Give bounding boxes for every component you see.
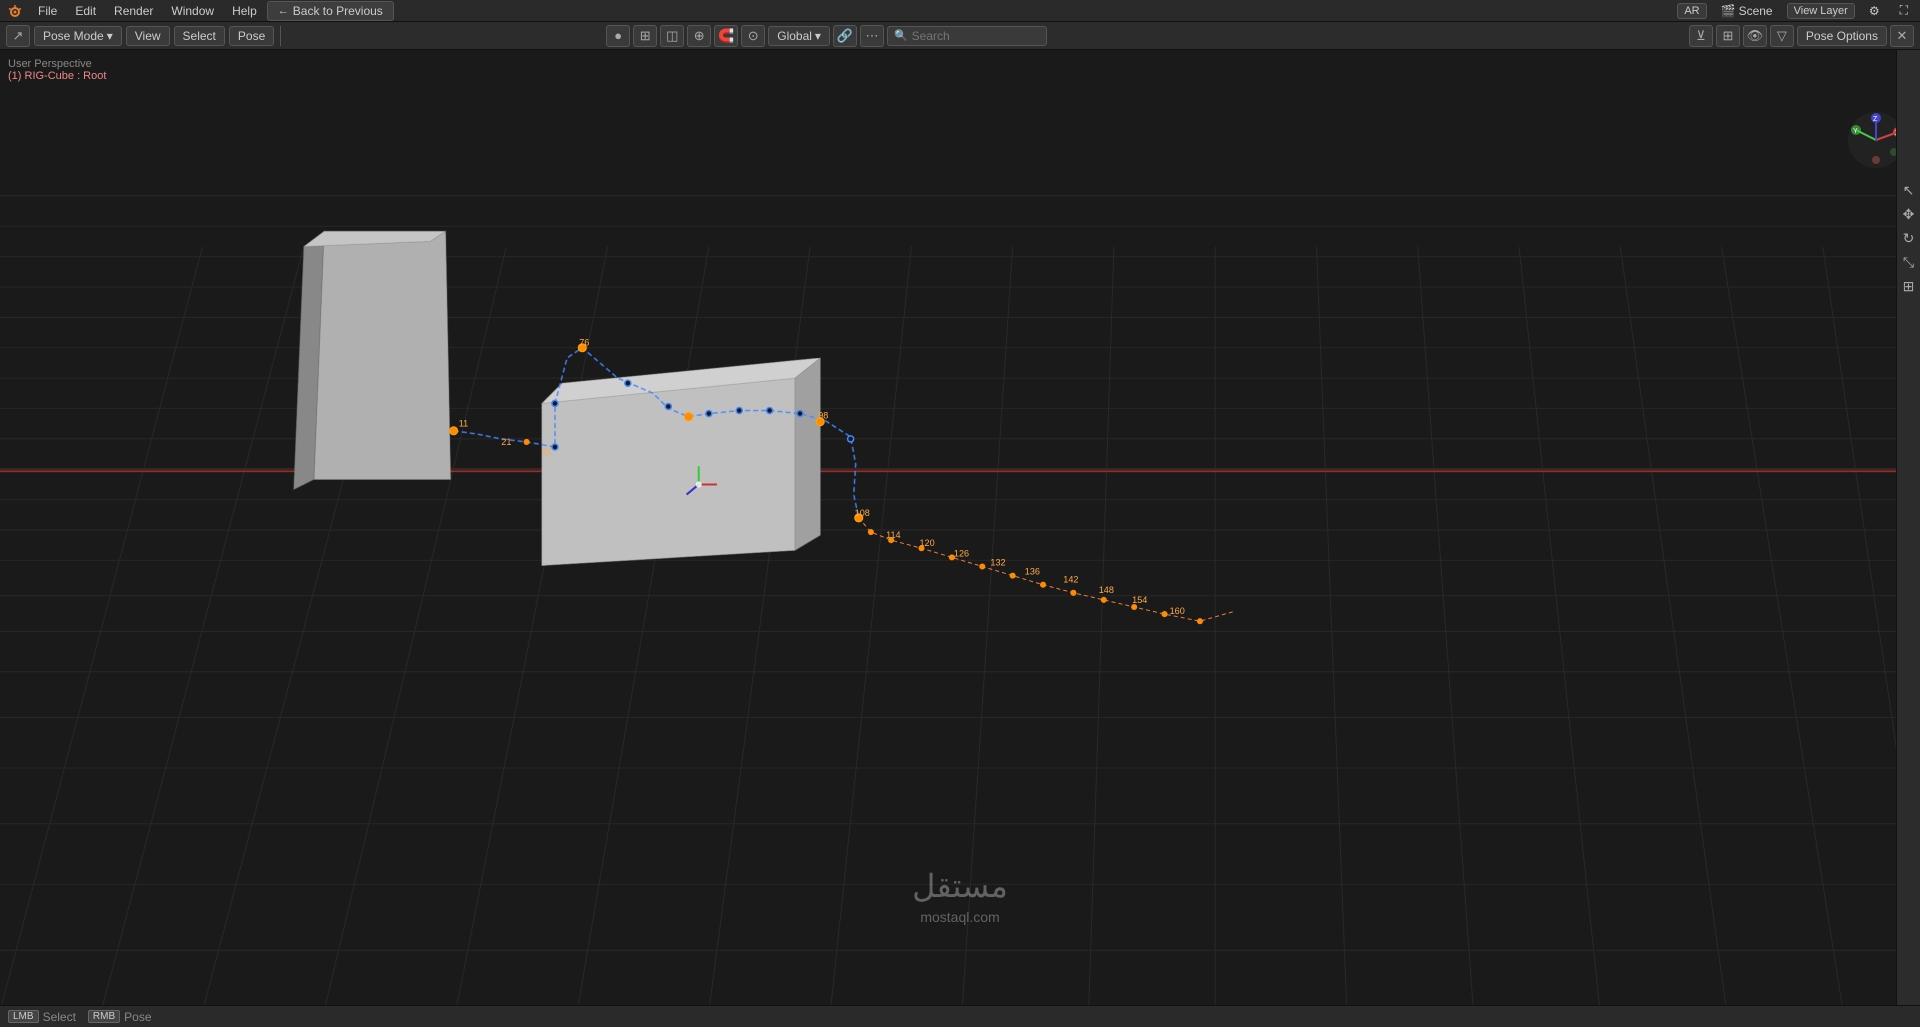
visibility-icon[interactable]: 👁 — [1743, 25, 1767, 47]
svg-text:76: 76 — [579, 338, 589, 348]
gizmo-icon[interactable]: ⊕ — [687, 25, 711, 47]
right-tool-panel: ↖ ✥ ↻ ⤡ ⊞ — [1896, 50, 1920, 1005]
pose-label: Pose — [124, 1010, 151, 1024]
search-input[interactable] — [912, 29, 1040, 43]
svg-text:114: 114 — [886, 530, 901, 540]
svg-text:Y: Y — [1853, 128, 1858, 135]
viewport-3d[interactable]: 76 11 21 31 98 108 114 120 126 132 136 1… — [0, 50, 1920, 1005]
render-engine-badge[interactable]: AR — [1677, 3, 1706, 19]
back-to-previous-button[interactable]: Back to Previous — [267, 1, 394, 21]
svg-text:21: 21 — [501, 437, 511, 447]
pose-mode-dropdown[interactable]: Pose Mode ▾ — [34, 26, 122, 46]
close-overlay-icon[interactable]: ✕ — [1890, 25, 1914, 47]
viewport-shading-icon[interactable]: ● — [606, 25, 630, 47]
svg-text:132: 132 — [990, 557, 1005, 567]
svg-text:108: 108 — [855, 508, 870, 518]
select-key: LMB — [8, 1010, 39, 1023]
scene-selector[interactable]: 🎬 Scene — [1715, 2, 1779, 20]
move-tool-icon[interactable]: ✥ — [1899, 204, 1919, 224]
svg-text:154: 154 — [1132, 595, 1147, 605]
filter-icon[interactable]: ⊻ — [1689, 25, 1713, 47]
menu-help[interactable]: Help — [224, 2, 265, 20]
viewport-toolbar: ↗ Pose Mode ▾ View Select Pose ● ⊞ ◫ ⊕ 🧲… — [0, 22, 1920, 50]
pose-status: RMB Pose — [88, 1010, 152, 1024]
transform-tool-icon[interactable]: ⊞ — [1899, 276, 1919, 296]
svg-text:Z: Z — [1873, 116, 1878, 123]
dropdown-arrow-icon: ▾ — [107, 29, 113, 43]
proportional-icon[interactable]: ⊙ — [741, 25, 765, 47]
snap-icon[interactable]: 🧲 — [714, 25, 738, 47]
select-menu-btn[interactable]: Select — [174, 26, 225, 46]
rotate-tool-icon[interactable]: ↻ — [1899, 228, 1919, 248]
separator-1 — [280, 26, 281, 46]
view-layer-badge[interactable]: View Layer — [1787, 3, 1855, 19]
options-icon[interactable]: ⋯ — [860, 25, 884, 47]
menu-window[interactable]: Window — [163, 2, 222, 20]
overlay-icon[interactable]: ⊞ — [633, 25, 657, 47]
svg-text:148: 148 — [1099, 585, 1114, 595]
render-settings-icon[interactable]: ⚙ — [1863, 2, 1886, 20]
svg-text:120: 120 — [919, 538, 934, 548]
global-dropdown-icon: ▾ — [815, 29, 821, 43]
svg-text:11: 11 — [459, 419, 468, 429]
view-menu-btn[interactable]: View — [126, 26, 170, 46]
xray-icon[interactable]: ◫ — [660, 25, 684, 47]
menu-render[interactable]: Render — [106, 2, 161, 20]
search-icon: 🔍 — [894, 29, 908, 42]
transform-global-btn[interactable]: Global ▾ — [768, 26, 830, 46]
filter-btn[interactable]: ▽ — [1770, 25, 1794, 47]
menu-file[interactable]: File — [30, 2, 65, 20]
scale-tool-icon[interactable]: ⤡ — [1899, 252, 1919, 272]
viewport-nav-icon[interactable]: ⊞ — [1716, 25, 1740, 47]
pose-menu-btn[interactable]: Pose — [229, 26, 274, 46]
fullscreen-icon[interactable]: ⛶ — [1894, 1, 1914, 20]
cursor-tool-icon[interactable]: ↖ — [1899, 180, 1919, 200]
svg-text:126: 126 — [954, 548, 969, 558]
pose-options-btn[interactable]: Pose Options — [1797, 26, 1887, 46]
scene-icon: 🎬 — [1721, 4, 1736, 18]
menu-edit[interactable]: Edit — [67, 2, 104, 20]
svg-text:142: 142 — [1063, 575, 1078, 585]
status-bar: LMB Select RMB Pose — [0, 1005, 1920, 1027]
svg-text:98: 98 — [818, 411, 828, 421]
snap-to-icon[interactable]: 🔗 — [833, 25, 857, 47]
pose-key: RMB — [88, 1010, 120, 1023]
search-box[interactable]: 🔍 — [887, 26, 1047, 46]
svg-text:136: 136 — [1025, 567, 1040, 577]
select-status: LMB Select — [8, 1010, 76, 1024]
top-menu-bar: File Edit Render Window Help Back to Pre… — [0, 0, 1920, 22]
svg-text:31: 31 — [542, 447, 552, 457]
select-tool-icon[interactable]: ↗ — [6, 25, 30, 47]
svg-text:160: 160 — [1170, 606, 1185, 616]
blender-logo-icon — [6, 2, 24, 20]
select-label: Select — [43, 1010, 76, 1024]
